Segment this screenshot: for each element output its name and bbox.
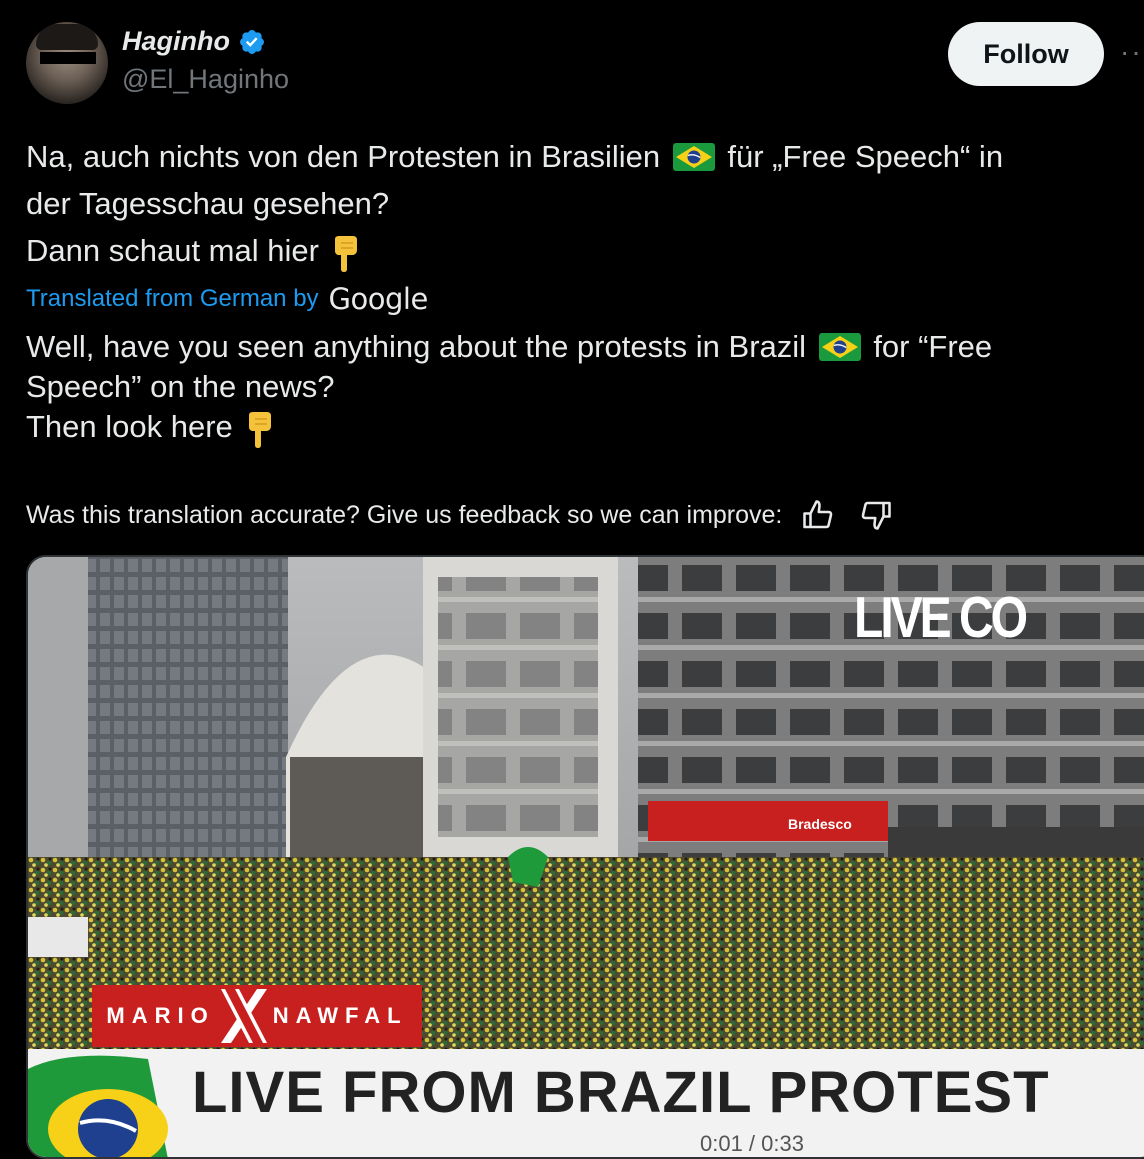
video-player[interactable]: Bradesco LIVE CO MARIO NAWFAL LIVE FROM … (26, 555, 1144, 1159)
verified-badge-icon (240, 29, 264, 54)
translation-line-1: Well, have you seen anything about the p… (26, 327, 1126, 367)
more-options-icon[interactable]: ·· (1120, 36, 1143, 68)
tweet-line-2: der Tagesschau gesehen? (26, 186, 390, 221)
translated-from-label[interactable]: Translated from German by Google (26, 282, 428, 316)
tweet-line-3-text: Dann schaut mal hier (26, 233, 319, 268)
video-time: 0:01 / 0:33 (700, 1131, 804, 1156)
x-logo-icon (220, 989, 267, 1043)
author-handle[interactable]: @El_Haginho (122, 64, 289, 95)
author-name[interactable]: Haginho (122, 26, 230, 57)
translation-text: Well, have you seen anything about the p… (26, 327, 1126, 449)
google-logo: Google (328, 282, 429, 316)
thumbs-down-icon[interactable] (858, 497, 894, 533)
pointing-down-hand-icon (334, 236, 357, 272)
brazil-flag-icon (672, 143, 715, 171)
translation-line-2: Speech” on the news? (26, 369, 335, 404)
tweet-line-3: Dann schaut mal hier (26, 227, 1126, 274)
author-name-row: Haginho (122, 26, 266, 57)
avatar[interactable] (26, 22, 108, 104)
thumbs-up-icon[interactable] (800, 497, 836, 533)
channel-logo: MARIO NAWFAL (92, 985, 422, 1047)
logo-right-text: NAWFAL (272, 1003, 408, 1028)
lower-third-title: LIVE FROM BRAZIL PROTEST (192, 1060, 1050, 1125)
translation-line-1-b: for “Free (873, 329, 993, 364)
translation-feedback-row: Was this translation accurate? Give us f… (26, 497, 894, 533)
lower-third-bar: LIVE FROM BRAZIL PROTEST 0:01 / 0:33 (28, 1049, 1144, 1157)
translation-line-3: Then look here (26, 407, 1126, 449)
translation-line-3-text: Then look here (26, 409, 233, 444)
tweet-line-1-b: für „Free Speech“ in (727, 139, 1004, 174)
brazil-flag-icon (818, 333, 861, 361)
bank-sign: Bradesco (788, 816, 852, 832)
tweet-line-1: Na, auch nichts von den Protesten in Bra… (26, 133, 1126, 180)
feedback-prompt: Was this translation accurate? Give us f… (26, 500, 783, 529)
translation-line-1-a: Well, have you seen anything about the p… (26, 329, 807, 364)
brazil-flag-graphic (28, 1055, 168, 1157)
avatar-hair (36, 24, 98, 50)
logo-left-text: MARIO (106, 1003, 215, 1028)
tweet-text: Na, auch nichts von den Protesten in Bra… (26, 133, 1126, 274)
translated-from-text: Translated from German by (26, 285, 319, 312)
follow-button[interactable]: Follow (948, 22, 1104, 86)
avatar-censor-bar (40, 52, 96, 64)
tweet-line-1-a: Na, auch nichts von den Protesten in Bra… (26, 139, 661, 174)
pointing-down-hand-icon (248, 412, 271, 448)
live-tag: LIVE CO (854, 586, 1028, 651)
